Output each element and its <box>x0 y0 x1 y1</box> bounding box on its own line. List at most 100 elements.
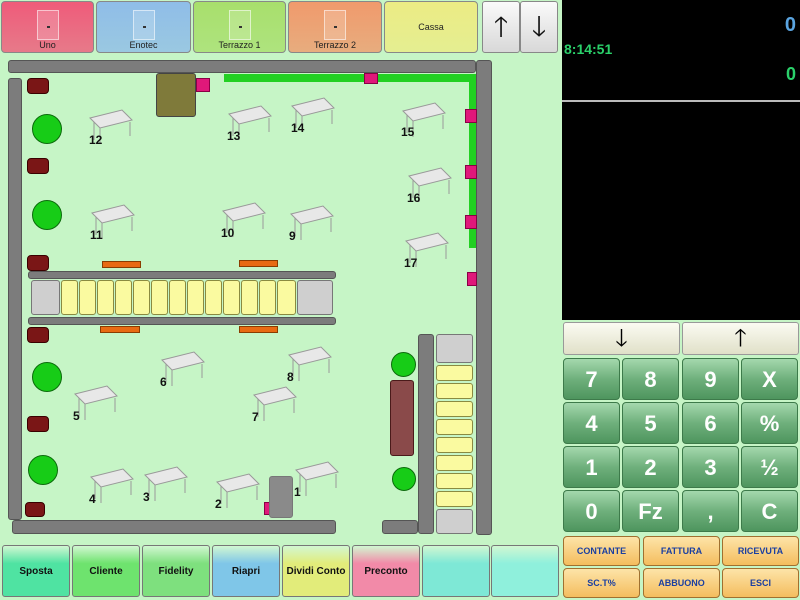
total-value: 0 <box>784 14 796 36</box>
plant <box>391 352 416 377</box>
bar-stool <box>436 455 473 471</box>
bar-stool <box>97 280 114 315</box>
empty-button[interactable] <box>491 545 559 597</box>
bar-stool <box>436 383 473 399</box>
scroll-up-button[interactable]: 🡑 <box>682 322 799 355</box>
key-6[interactable]: 6 <box>682 402 739 444</box>
riapri-button[interactable]: Riapri <box>212 545 280 597</box>
bar-wall-top <box>28 271 336 279</box>
abbuono-button[interactable]: ABBUONO <box>643 568 720 598</box>
door-marker <box>467 272 477 286</box>
door-marker <box>465 109 477 123</box>
bar-end <box>31 280 60 315</box>
bar-stool <box>205 280 222 315</box>
wall-bottom-right <box>382 520 418 534</box>
plant <box>392 467 416 491</box>
sposta-button[interactable]: Sposta <box>2 545 70 597</box>
door-marker <box>465 215 477 229</box>
wall-right <box>476 60 492 535</box>
bar-stool <box>223 280 240 315</box>
bar-stool <box>187 280 204 315</box>
room-tab-uno[interactable]: Uno <box>1 1 94 53</box>
key-clear[interactable]: C <box>741 490 798 532</box>
bar-stool <box>169 280 186 315</box>
plant <box>32 362 62 392</box>
bar-end <box>297 280 333 315</box>
table-number: 1 <box>294 485 301 499</box>
table-number: 12 <box>89 133 103 147</box>
key-half[interactable]: ½ <box>741 446 798 488</box>
counter-wall <box>418 334 434 534</box>
door-marker <box>364 73 378 84</box>
table-number: 4 <box>89 492 96 506</box>
arrow-down-icon: 🡓 <box>531 11 547 42</box>
key-multiply[interactable]: X <box>741 358 798 400</box>
bar-stool <box>436 437 473 453</box>
fattura-button[interactable]: FATTURA <box>643 536 720 566</box>
empty-button[interactable] <box>422 545 490 597</box>
bench <box>239 260 278 267</box>
pos-screen: Uno Enotec Terrazzo 1 Terrazzo 2 Cassa 🡑… <box>0 0 800 600</box>
bar-stool <box>133 280 150 315</box>
bar-stool <box>151 280 168 315</box>
key-comma[interactable]: , <box>682 490 739 532</box>
table-number: 10 <box>221 226 235 240</box>
bar-wall-bottom <box>28 317 336 325</box>
table-number: 3 <box>143 490 150 504</box>
key-8[interactable]: 8 <box>622 358 679 400</box>
display-divider <box>562 100 800 102</box>
room-tab-cassa[interactable]: Cassa <box>384 1 478 53</box>
table-number: 9 <box>289 229 296 243</box>
table-number: 8 <box>287 370 294 384</box>
bench <box>102 261 141 268</box>
scroll-down-button[interactable]: 🡓 <box>563 322 680 355</box>
room-tab-terrazzo-1[interactable]: Terrazzo 1 <box>193 1 286 53</box>
key-3[interactable]: 3 <box>682 446 739 488</box>
key-0[interactable]: 0 <box>563 490 620 532</box>
plant <box>32 200 62 230</box>
arrow-up-icon: 🡑 <box>734 325 747 352</box>
wall-bottom <box>12 520 336 534</box>
contante-button[interactable]: CONTANTE <box>563 536 640 566</box>
table-number: 5 <box>73 409 80 423</box>
room-tab-enotec[interactable]: Enotec <box>96 1 191 53</box>
rooms-up-button[interactable]: 🡑 <box>482 1 520 53</box>
ricevuta-button[interactable]: RICEVUTA <box>722 536 799 566</box>
table-number: 16 <box>407 191 421 205</box>
wall-top <box>8 60 476 73</box>
table-number: 13 <box>227 129 241 143</box>
chair <box>27 255 49 271</box>
sofa <box>390 380 414 456</box>
bar-stool <box>115 280 132 315</box>
plant <box>28 455 58 485</box>
room-tab-label: Terrazzo 1 <box>218 40 261 50</box>
room-tab-terrazzo-2[interactable]: Terrazzo 2 <box>288 1 382 53</box>
chair <box>25 502 45 517</box>
clock: 8:14:51 <box>564 41 613 57</box>
key-percent[interactable]: % <box>741 402 798 444</box>
key-4[interactable]: 4 <box>563 402 620 444</box>
rooms-down-button[interactable]: 🡓 <box>520 1 558 53</box>
key-9[interactable]: 9 <box>682 358 739 400</box>
door-icon <box>36 10 59 40</box>
bar-stool <box>436 491 473 507</box>
key-2[interactable]: 2 <box>622 446 679 488</box>
table-number: 2 <box>215 497 222 511</box>
fidelity-button[interactable]: Fidelity <box>142 545 210 597</box>
key-7[interactable]: 7 <box>563 358 620 400</box>
esci-button[interactable]: ESCI <box>722 568 799 598</box>
sconto-button[interactable]: SC.T% <box>563 568 640 598</box>
preconto-button[interactable]: Preconto <box>352 545 420 597</box>
chair <box>27 416 49 432</box>
key-5[interactable]: 5 <box>622 402 679 444</box>
bar-stool <box>436 365 473 381</box>
table-number: 15 <box>401 125 415 139</box>
bench <box>100 326 140 333</box>
dividi-conto-button[interactable]: Dividi Conto <box>282 545 350 597</box>
room-tab-label: Cassa <box>418 22 444 32</box>
table-number: 7 <box>252 410 259 424</box>
cliente-button[interactable]: Cliente <box>72 545 140 597</box>
key-fz[interactable]: Fz <box>622 490 679 532</box>
key-1[interactable]: 1 <box>563 446 620 488</box>
chair <box>27 327 49 343</box>
